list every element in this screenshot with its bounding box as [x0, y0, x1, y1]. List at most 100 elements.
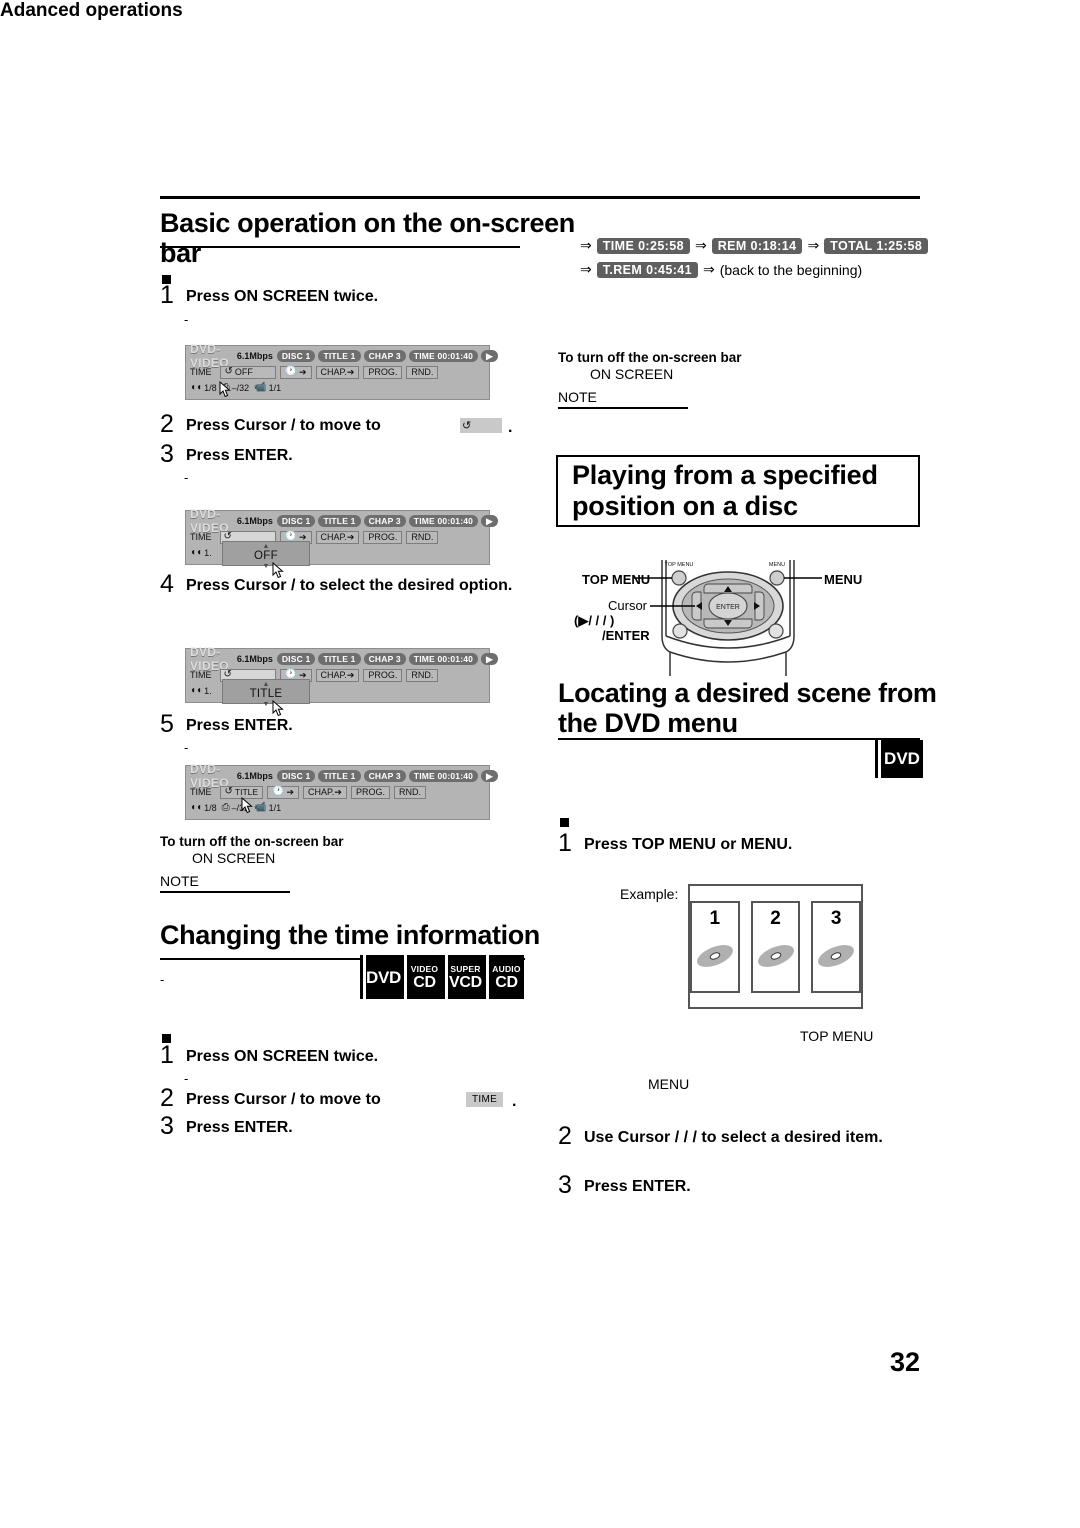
step-text: Press Cursor / to select the desired opt… [186, 577, 513, 594]
osb-next-icon[interactable]: ▶ [481, 653, 498, 665]
osb-time-search-button[interactable]: 🕐 ➔ [267, 785, 300, 799]
osb-chap-label: CHAP. [320, 532, 347, 542]
osb-repeat-button[interactable]: ↺ OFF [219, 365, 276, 379]
remote-menu-button-label: MENU [769, 562, 785, 568]
osb-row-controls: TIME ↺ OFF 🕐 ➔ CHAP. ➔ PROG. RND. [190, 365, 485, 379]
mouse-cursor-icon [241, 797, 253, 814]
disc-menu-cell-3[interactable]: 3 [811, 900, 862, 993]
disc-icon [696, 944, 733, 967]
osb-next-icon[interactable]: ▶ [481, 350, 498, 362]
step-1-locating: 1 Press TOP MENU or MENU. [558, 831, 792, 856]
step-2-time: 2 Press Cursor / to move to [160, 1086, 381, 1111]
badge-main: DVD [366, 967, 401, 987]
osb-time-button[interactable]: TIME [190, 531, 216, 544]
audio-icon: ◖◖ [190, 802, 203, 813]
example-label: Example: [620, 886, 679, 902]
osb-3-dropdown[interactable]: ▲ TITLE ▼ [222, 679, 310, 708]
osb-audio-value: 1/8 [204, 383, 217, 393]
step-number: 3 [160, 440, 174, 468]
osb-random-button[interactable]: RND. [406, 365, 439, 379]
clock-icon: 🕐 [284, 366, 297, 377]
osb-next-icon[interactable]: ▶ [481, 770, 498, 782]
angle-icon: 📹 [254, 802, 267, 813]
osb-2-dropdown[interactable]: ▲ OFF ▼ [222, 541, 310, 570]
chevron-up-icon[interactable]: ▲ [263, 681, 270, 688]
step-text: Press ENTER. [186, 447, 293, 464]
disc-menu-number: 2 [770, 907, 781, 929]
bullet-square [560, 818, 569, 827]
osb-bitrate: 6.1Mbps [236, 654, 273, 664]
step-number: 5 [160, 710, 174, 738]
step-text: Press ENTER. [584, 1178, 691, 1195]
note-turn-off-title-right: To turn off the on-screen bar [558, 350, 742, 365]
heading-locating-scene: Locating a desired scene from the DVD me… [558, 678, 937, 739]
osb-chap-label: CHAP. [320, 367, 347, 377]
step-number: 3 [160, 1112, 174, 1140]
arrow-icon: ⇒ [703, 261, 715, 277]
badge-main: CD [413, 973, 436, 991]
audio-icon: ◖◖ [190, 547, 203, 558]
osb-random-button[interactable]: RND. [406, 530, 439, 544]
chevron-up-icon[interactable]: ▲ [263, 543, 270, 550]
osb-bitrate: 6.1Mbps [236, 516, 273, 526]
chevron-down-icon[interactable]: ▼ [263, 701, 270, 708]
osb-chapter-search-button[interactable]: CHAP. ➔ [315, 365, 360, 379]
osb-program-button[interactable]: PROG. [350, 785, 390, 799]
osb-time-search-button[interactable]: 🕐 ➔ [279, 365, 312, 379]
arrow-icon: ⇒ [807, 237, 820, 253]
osb-chip-time: TIME 00:01:40 [408, 515, 479, 527]
clock-icon: 🕐 [272, 786, 285, 797]
osb-program-button[interactable]: PROG. [363, 365, 403, 379]
chip-trem: T.REM 0:45:41 [596, 261, 698, 278]
osb-row-controls: TIME ↺ TITLE 🕐 ➔ CHAP. ➔ PROG. RND. [190, 785, 485, 799]
step-text: Press ON SCREEN twice. [186, 288, 379, 305]
repeat-icon: ↺ [462, 420, 472, 432]
osb-chip-time: TIME 00:01:40 [408, 350, 479, 362]
osb-row-status: DVD-VIDEO 6.1Mbps DISC 1 TITLE 1 CHAP 3 … [190, 507, 498, 535]
step-number: 2 [160, 1084, 174, 1112]
osb-chapter-search-button[interactable]: CHAP. ➔ [315, 668, 360, 682]
osb-row-status: DVD-VIDEO 6.1Mbps DISC 1 TITLE 1 CHAP 3 … [190, 342, 498, 370]
remote-enter-label: ENTER [716, 604, 740, 611]
osb-program-button[interactable]: PROG. [363, 530, 403, 544]
note-rule-right [558, 407, 688, 409]
callout-menu: MENU [648, 1076, 690, 1092]
disc-menu-cell-2[interactable]: 2 [750, 900, 801, 993]
disc-menu-cell-1[interactable]: 1 [690, 900, 740, 993]
osb-time-button[interactable]: TIME [190, 786, 216, 799]
osb-angle-value: 1/1 [268, 383, 282, 393]
chevron-down-icon[interactable]: ▼ [263, 563, 270, 570]
arrow-icon: ⇒ [694, 237, 707, 253]
osb-random-button[interactable]: RND. [393, 785, 426, 799]
title-box-playing-from-position: Playing from a specified position on a d… [556, 455, 920, 527]
disc-menu-example: 1 2 3 [688, 884, 863, 1009]
step-2-basic: 2 Press Cursor / to move to [160, 412, 381, 437]
osb-chapter-search-button[interactable]: CHAP. ➔ [315, 530, 360, 544]
step-2-locating: 2 Use Cursor / / / to select a desired i… [558, 1124, 938, 1149]
osb-chip-time: TIME 00:01:40 [408, 770, 479, 782]
osb-chapter-search-button[interactable]: CHAP. ➔ [303, 785, 347, 799]
step-text: Press TOP MENU or MENU. [584, 836, 793, 853]
step-text: Use Cursor / / / to select a desired ite… [584, 1129, 883, 1146]
osb-next-icon[interactable]: ▶ [481, 515, 498, 527]
osb-program-button[interactable]: PROG. [363, 668, 403, 682]
page-number: 32 [889, 1347, 920, 1377]
osb-time-button[interactable]: TIME [190, 366, 216, 379]
disc-menu-number: 3 [830, 907, 842, 929]
disc-menu-number: 1 [709, 907, 721, 929]
badge-main: VCD [449, 973, 482, 991]
osb-chip-disc: DISC 1 [276, 515, 316, 527]
remote-label-enter: /ENTER [602, 628, 650, 643]
note-label-right: NOTE [558, 389, 597, 405]
step-2-time-period: . [512, 1093, 517, 1110]
osb-random-button[interactable]: RND. [406, 668, 439, 682]
time-sequence-line-1: ⇒ TIME 0:25:58 ⇒ REM 0:18:14 ⇒ TOTAL 1:2… [580, 237, 929, 254]
step-1-time: 1 Press ON SCREEN twice. [160, 1043, 378, 1068]
remote-label-cursor-directions: (▶/ / / ) [574, 613, 615, 628]
osb-time-button[interactable]: TIME [190, 669, 216, 682]
disc-icon [757, 944, 794, 967]
step-number: 2 [160, 410, 174, 438]
note-rule-left [160, 891, 290, 893]
mouse-cursor-icon [272, 562, 284, 579]
arrow-icon: ⇒ [580, 237, 592, 253]
